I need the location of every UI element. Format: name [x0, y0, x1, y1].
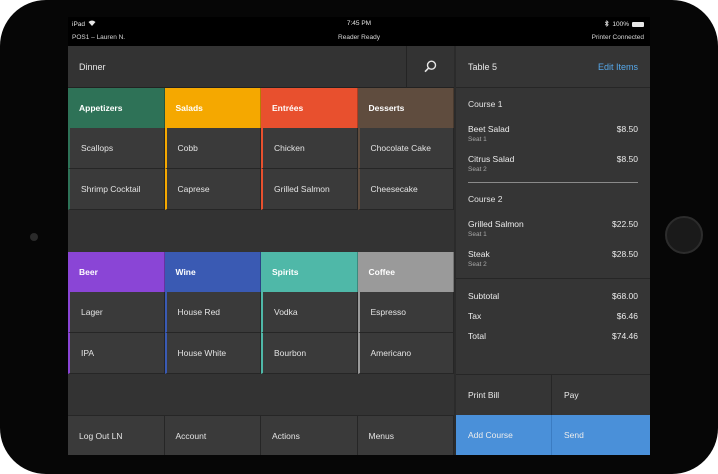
ticket-line-steak[interactable]: Steak Seat 2 $28.50	[468, 249, 638, 268]
total-row: Total $74.46	[468, 331, 638, 341]
food-category-grid: Appetizers Salads Entrées Desserts Scall…	[68, 88, 454, 210]
add-course-button[interactable]: Add Course	[456, 415, 552, 455]
course-divider	[468, 182, 638, 183]
search-button[interactable]	[406, 46, 454, 88]
menu-title: Dinner	[79, 62, 106, 72]
category-spirits[interactable]: Spirits	[261, 252, 358, 292]
ticket-panel: Table 5 Edit Items Course 1 Beet Salad S…	[456, 46, 650, 455]
menu-item-cheesecake[interactable]: Cheesecake	[357, 169, 454, 210]
menu-item-grilled-salmon[interactable]: Grilled Salmon	[261, 169, 358, 210]
menus-button[interactable]: Menus	[357, 415, 454, 455]
front-camera	[30, 233, 38, 241]
category-desserts[interactable]: Desserts	[357, 88, 454, 128]
line-seat: Seat 2	[468, 166, 487, 173]
category-wine[interactable]: Wine	[164, 252, 261, 292]
menu-item-americano[interactable]: Americano	[357, 333, 454, 374]
menu-item-chicken[interactable]: Chicken	[261, 128, 358, 169]
actions-button[interactable]: Actions	[261, 415, 358, 455]
ticket-line-grilled-salmon[interactable]: Grilled Salmon Seat 1 $22.50	[468, 219, 638, 238]
status-bar: iPad 7:45 PM 100%	[68, 17, 650, 30]
line-price: $22.50	[612, 219, 638, 229]
register-info-bar: POS1 – Lauren N. Reader Ready Printer Co…	[68, 30, 650, 46]
subtotal-label: Subtotal	[468, 291, 500, 301]
menu-item-cobb[interactable]: Cobb	[164, 128, 261, 169]
menu-item-caprese[interactable]: Caprese	[164, 169, 261, 210]
edit-items-link[interactable]: Edit Items	[598, 62, 638, 72]
menu-header: Dinner	[68, 46, 406, 88]
grid-gap-lower	[68, 374, 454, 415]
home-button[interactable]	[665, 216, 703, 254]
line-seat: Seat 1	[468, 136, 487, 143]
subtotal-row: Subtotal $68.00	[468, 291, 638, 301]
line-price: $28.50	[612, 249, 638, 259]
category-beer[interactable]: Beer	[68, 252, 165, 292]
pos-screen: iPad 7:45 PM 100% POS1 – Lauren N. Reade…	[68, 17, 650, 455]
print-bill-button[interactable]: Print Bill	[456, 374, 552, 415]
menu-item-vodka[interactable]: Vodka	[261, 292, 358, 333]
subtotal-value: $68.00	[612, 291, 638, 301]
pay-button[interactable]: Pay	[552, 374, 650, 415]
line-name: Beet Salad	[468, 124, 510, 134]
bottom-nav: Log Out LN Account Actions Menus	[68, 415, 454, 455]
menu-item-chocolate-cake[interactable]: Chocolate Cake	[357, 128, 454, 169]
account-button[interactable]: Account	[164, 415, 261, 455]
menu-item-house-red[interactable]: House Red	[164, 292, 261, 333]
tax-label: Tax	[468, 311, 482, 321]
total-value: $74.46	[612, 331, 638, 341]
menu-item-shrimp-cocktail[interactable]: Shrimp Cocktail	[68, 169, 165, 210]
drink-category-grid: Beer Wine Spirits Coffee Lager House Red…	[68, 252, 454, 374]
reader-status: Reader Ready	[338, 34, 380, 41]
menu-item-house-white[interactable]: House White	[164, 333, 261, 374]
line-name: Citrus Salad	[468, 154, 515, 164]
category-appetizers[interactable]: Appetizers	[68, 88, 165, 128]
ticket-line-citrus-salad[interactable]: Citrus Salad Seat 2 $8.50	[468, 154, 638, 173]
menu-item-bourbon[interactable]: Bourbon	[261, 333, 358, 374]
line-seat: Seat 1	[468, 231, 487, 238]
tax-value: $6.46	[616, 311, 638, 321]
clock: 7:45 PM	[346, 20, 372, 27]
ticket-line-beet-salad[interactable]: Beet Salad Seat 1 $8.50	[468, 124, 638, 143]
printer-status: Printer Connected	[591, 34, 644, 41]
category-salads[interactable]: Salads	[164, 88, 261, 128]
total-label: Total	[468, 331, 486, 341]
send-button[interactable]: Send	[552, 415, 650, 455]
battery-percent: 100%	[612, 21, 629, 28]
line-price: $8.50	[616, 154, 638, 164]
ticket-header: Table 5 Edit Items	[456, 46, 650, 88]
ipad-device-frame: iPad 7:45 PM 100% POS1 – Lauren N. Reade…	[0, 0, 718, 474]
menu-item-espresso[interactable]: Espresso	[357, 292, 454, 333]
battery-icon	[632, 22, 644, 27]
menu-item-scallops[interactable]: Scallops	[68, 128, 165, 169]
log-out-button[interactable]: Log Out LN	[68, 415, 165, 455]
menu-item-ipa[interactable]: IPA	[68, 333, 165, 374]
grid-gap	[68, 210, 454, 252]
totals-separator	[456, 278, 650, 279]
table-name: Table 5	[468, 62, 498, 72]
course-2-label: Course 2	[468, 194, 503, 204]
line-seat: Seat 2	[468, 261, 487, 268]
bluetooth-icon	[605, 19, 610, 29]
tax-row: Tax $6.46	[468, 311, 638, 321]
line-price: $8.50	[616, 124, 638, 134]
category-entrees[interactable]: Entrées	[261, 88, 358, 128]
menu-item-lager[interactable]: Lager	[68, 292, 165, 333]
category-coffee[interactable]: Coffee	[357, 252, 454, 292]
course-1-label: Course 1	[468, 99, 503, 109]
